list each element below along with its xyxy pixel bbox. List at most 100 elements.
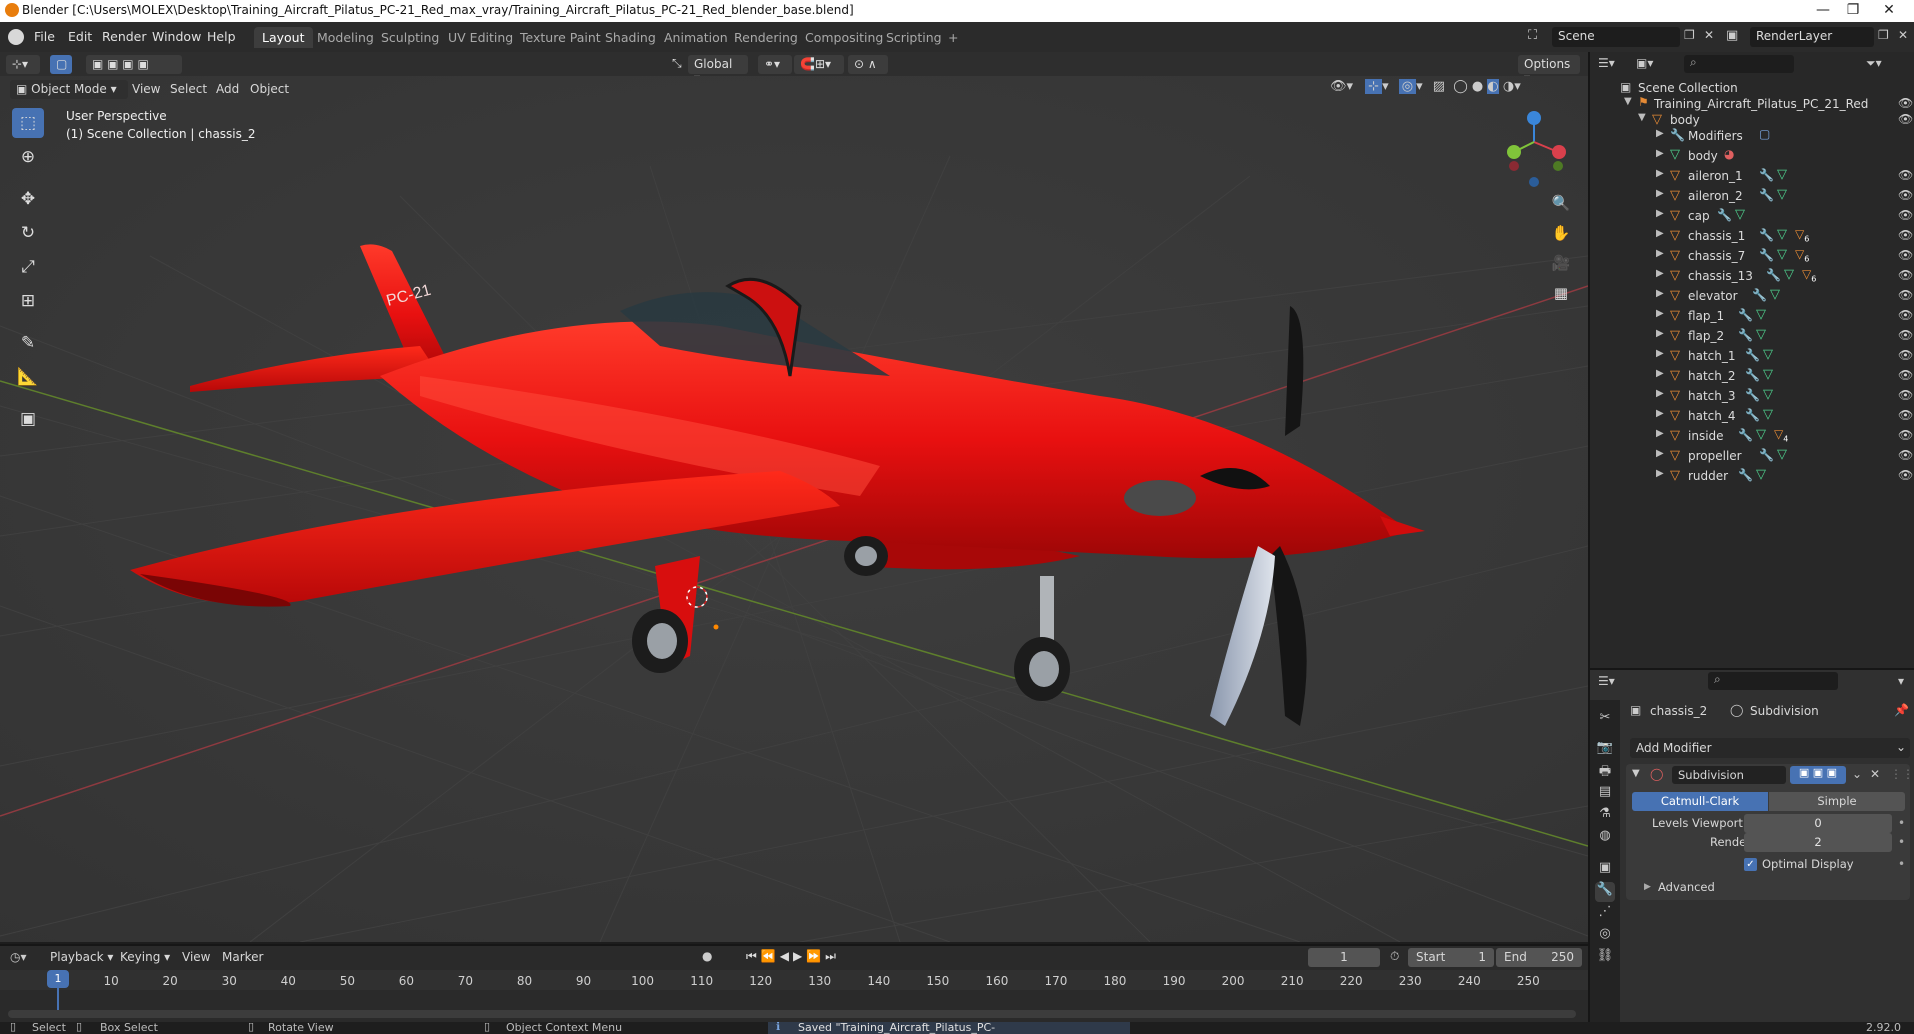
marker-menu[interactable]: Marker [222,950,263,964]
expand-icon[interactable]: ▶ [1656,208,1664,219]
outliner-item-hatch-1[interactable]: ▶ ▽ hatch_1 🔧 ▽ 👁 [1590,346,1914,366]
transform-tool-icon[interactable]: ⊞ [12,286,44,316]
mesh-data-icon[interactable]: ▽ [1763,407,1773,422]
gizmo-toggle-icon[interactable]: ⊹ [1365,79,1383,94]
mesh-data-icon[interactable]: ▽ [1770,287,1780,302]
menu-help[interactable]: Help [207,29,236,44]
modifier-name-field[interactable]: Subdivision [1672,766,1786,784]
record-icon[interactable]: ● [702,949,712,963]
menu-render[interactable]: Render [102,29,147,44]
transform-orientation-dropdown[interactable]: Global ▾ [688,55,748,85]
tab-scripting[interactable]: Scripting [878,27,950,48]
end-frame-field[interactable]: End 250 [1496,948,1582,967]
modifier-wrench-icon[interactable]: 🔧 [1759,448,1774,462]
outliner-item-cap[interactable]: ▶ ▽ cap 🔧 ▽ 👁 [1590,206,1914,226]
measure-tool-icon[interactable]: 📐 [12,362,44,392]
mesh-data-icon[interactable]: ▽ [1756,327,1766,342]
add-modifier-dropdown[interactable]: Add Modifier ⌄ [1630,738,1910,758]
constraints-tab-icon[interactable]: ⛓ [1595,948,1615,968]
eye-icon[interactable]: 👁 [1898,168,1913,182]
viewport-shading-controls[interactable]: 👁▾ ⊹ ▾ ◎ ▾ ▨ ◯ ● ◐ ◑▾ [1330,79,1580,99]
world-tab-icon[interactable]: ◍ [1595,828,1615,848]
eye-icon[interactable]: 👁 [1898,308,1913,322]
tool-tab-icon[interactable]: ✂ [1595,710,1615,730]
eye-icon[interactable]: 👁 [1898,248,1913,262]
particles-tab-icon[interactable]: ⋰ [1595,904,1615,924]
playback-controls[interactable]: ⏮⏪◀▶⏩⏭ [746,949,840,964]
pan-hand-icon[interactable]: ✋ [1548,224,1574,250]
expand-icon[interactable]: ▶ [1656,388,1664,399]
properties-options-icon[interactable]: ▾ [1898,674,1904,688]
timeline-view-menu[interactable]: View [182,950,210,964]
mesh-data-icon[interactable]: ▽ [1735,207,1745,222]
ortho-grid-icon[interactable]: ▦ [1548,284,1574,310]
timeline-scrollbar[interactable] [8,1010,1576,1018]
new-renderlayer-icon[interactable]: ❐ [1878,28,1889,42]
filter-icon[interactable]: ⏷▾ [1866,56,1882,71]
tab-animation[interactable]: Animation [656,27,736,48]
eye-icon[interactable]: 👁 [1898,112,1913,126]
mesh-data-icon[interactable]: ▽ [1777,227,1787,242]
menu-object[interactable]: Object [250,82,289,96]
add-workspace-button[interactable]: + [940,27,966,48]
outliner-item-flap-1[interactable]: ▶ ▽ flap_1 🔧 ▽ 👁 [1590,306,1914,326]
outliner-item-chassis-7[interactable]: ▶ ▽ chassis_7 🔧 ▽ ▽6 👁 [1590,246,1914,266]
mesh-data-icon[interactable]: ▽ [1784,267,1794,282]
mesh-data-icon[interactable]: ▽ [1763,367,1773,382]
eye-icon[interactable]: 👁 [1898,288,1913,302]
playback-menu[interactable]: Playback ▾ [50,950,113,964]
modifier-wrench-icon[interactable]: 🔧 [1752,288,1767,302]
tab-sculpting[interactable]: Sculpting [373,27,447,48]
eye-icon[interactable]: 👁 [1898,188,1913,202]
keyframe-dot-icon[interactable]: • [1898,835,1905,849]
keyframe-dot-icon[interactable]: • [1898,857,1905,871]
output-tab-icon[interactable]: 🖶 [1595,762,1615,782]
expand-icon[interactable]: ▶ [1656,268,1664,279]
optimal-display-checkbox[interactable]: ✓ [1744,858,1757,871]
eye-icon[interactable]: 👁 [1898,408,1913,422]
outliner-item-hatch-2[interactable]: ▶ ▽ hatch_2 🔧 ▽ 👁 [1590,366,1914,386]
scale-tool-icon[interactable]: ⤢ [12,252,44,282]
xray-icon[interactable]: ▨ [1433,79,1445,94]
expand-icon[interactable]: ▶ [1656,148,1664,159]
children-count-icon[interactable]: ▽6 [1795,227,1809,243]
outliner-item-aileron-2[interactable]: ▶ ▽ aileron_2 🔧 ▽ 👁 [1590,186,1914,206]
3d-viewport[interactable]: PC-21 ▣ Object Mode ▾ View Select Add Ob… [0,76,1588,942]
maximize-button[interactable]: ❐ [1838,2,1868,18]
minimize-button[interactable]: — [1808,2,1838,18]
modifier-wrench-icon[interactable]: 🔧 [1745,408,1760,422]
timeline-editor-icon[interactable]: ◷▾ [10,950,27,964]
modifier-wrench-icon[interactable]: 🔧 [1759,168,1774,182]
pin-icon[interactable]: 📌 [1894,703,1909,717]
expand-icon[interactable]: ▶ [1656,368,1664,379]
expand-icon[interactable]: ▶ [1656,288,1664,299]
properties-editor-icon[interactable]: ☰▾ [1598,674,1615,688]
catmull-clark-option[interactable]: Catmull-Clark [1632,792,1768,811]
modifier-wrench-icon[interactable]: 🔧 [1745,388,1760,402]
mesh-data-icon[interactable]: ▽ [1777,247,1787,262]
solid-shading-icon[interactable]: ● [1472,79,1483,94]
modifier-menu-icon[interactable]: ⌄ [1852,767,1862,781]
tab-rendering[interactable]: Rendering [726,27,806,48]
eye-icon[interactable]: 👁 [1898,348,1913,362]
eye-icon[interactable]: 👁 [1898,96,1913,110]
outliner-item-hatch-4[interactable]: ▶ ▽ hatch_4 🔧 ▽ 👁 [1590,406,1914,426]
scene-selector[interactable]: Scene [1552,27,1680,47]
collapse-icon[interactable]: ▼ [1624,96,1632,107]
expand-icon[interactable]: ▶ [1656,468,1664,479]
snap-button[interactable]: 🧲⊞▾ [794,55,844,74]
remove-modifier-icon[interactable]: ✕ [1870,767,1880,781]
expand-icon[interactable]: ▶ [1656,448,1664,459]
expand-icon[interactable]: ▶ [1656,188,1664,199]
children-count-icon[interactable]: ▽4 [1774,427,1788,443]
overlay-toggle-icon[interactable]: ◎ [1398,79,1417,94]
outliner-search-input[interactable]: ⌕ [1684,55,1794,73]
pivot-point-button[interactable]: ⚭▾ [758,55,792,74]
expand-icon[interactable]: ▶ [1656,408,1664,419]
modifier-visibility-toggles[interactable]: ▣ ▣ ▣ [1790,766,1846,784]
proportional-edit-button[interactable]: ⊙ ∧ [848,55,888,74]
eye-icon[interactable]: 👁 [1898,428,1913,442]
tab-shading[interactable]: Shading [597,27,664,48]
tab-uv-editing[interactable]: UV Editing [440,27,521,48]
drag-handle-icon[interactable]: ⋮⋮ [1890,767,1914,781]
